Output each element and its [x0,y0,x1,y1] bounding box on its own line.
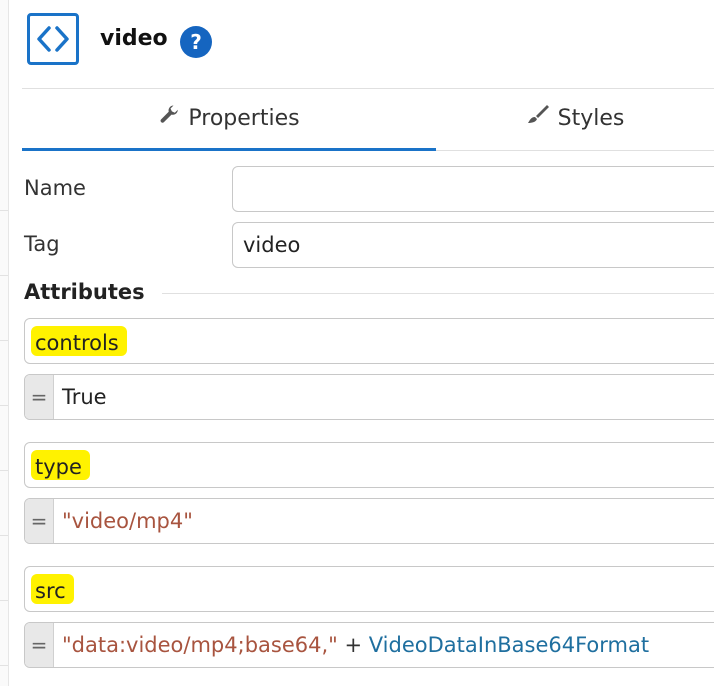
divider [0,535,8,536]
divider [0,470,8,471]
attribute-value-field[interactable]: = True [24,374,714,420]
equals-icon: = [25,499,54,543]
equals-icon: = [25,375,54,419]
attributes-divider [162,293,714,294]
tab-styles-label: Styles [557,106,625,131]
component-header: video ? [0,0,714,88]
value-string: "data:video/mp4;base64," [62,633,338,657]
attribute-value-field[interactable]: = "data:video/mp4;base64," + VideoDataIn… [24,622,714,668]
attribute-value-field[interactable]: = "video/mp4" [24,498,714,544]
attribute-name-text: type [31,450,90,480]
divider [0,275,8,276]
tab-styles[interactable]: Styles [436,89,714,149]
attribute-name-text: controls [31,326,127,356]
equals-icon: = [25,623,54,667]
attribute-name-field[interactable]: src [24,566,714,612]
divider [0,405,8,406]
help-icon[interactable]: ? [180,26,212,58]
attribute-name-field[interactable]: controls [24,318,714,364]
attributes-heading: Attributes [24,280,145,304]
tab-properties[interactable]: Properties [22,89,436,149]
tag-field[interactable] [232,222,714,268]
tab-bar: Properties Styles [22,89,714,151]
attribute-name-field[interactable]: type [24,442,714,488]
attribute-value-text: "video/mp4" [62,499,193,543]
paintbrush-icon [526,89,550,149]
value-keyword: True [62,385,107,409]
value-operator: + [337,633,369,657]
tag-label: Tag [24,232,60,256]
active-tab-indicator [22,148,436,151]
divider [0,665,8,666]
name-label: Name [24,176,86,200]
attribute-name-text: src [31,574,74,604]
code-brackets-icon [27,13,79,65]
divider [0,210,8,211]
attribute-value-text: True [62,375,107,419]
left-panel-edge [0,0,9,686]
component-title: video [100,26,168,51]
wrench-icon [158,89,180,149]
attribute-value-text: "data:video/mp4;base64," + VideoDataInBa… [62,623,649,667]
divider [0,340,8,341]
value-string: "video/mp4" [62,509,193,533]
value-identifier: VideoDataInBase64Format [368,633,650,657]
tab-properties-label: Properties [188,106,300,131]
divider [0,600,8,601]
name-field[interactable] [232,166,714,212]
